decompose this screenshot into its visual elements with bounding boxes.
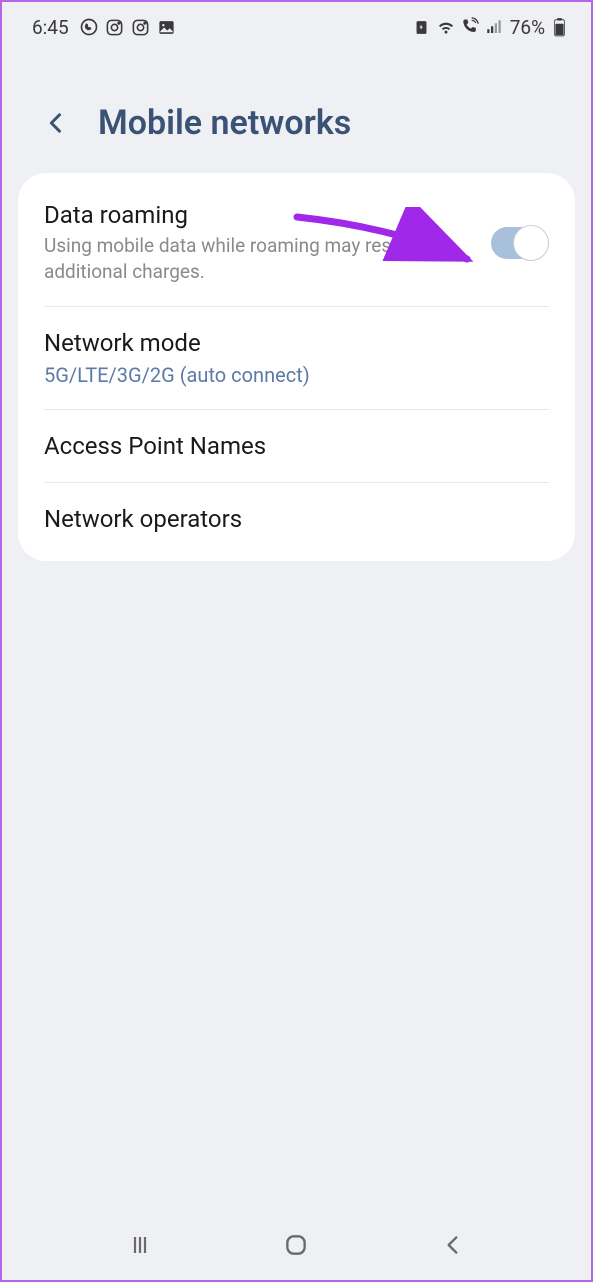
row-text: Access Point Names	[44, 432, 549, 460]
settings-card: Data roaming Using mobile data while roa…	[18, 173, 575, 561]
status-bar: 6:45 76%	[2, 2, 591, 48]
navigation-bar	[2, 1210, 591, 1280]
network-operators-title: Network operators	[44, 505, 549, 533]
page-header: Mobile networks	[2, 48, 591, 173]
whatsapp-icon	[79, 17, 99, 37]
page-title: Mobile networks	[98, 103, 351, 143]
wifi-icon	[436, 17, 456, 37]
signal-icon	[484, 17, 504, 37]
data-roaming-subtitle: Using mobile data while roaming may resu…	[44, 233, 473, 284]
back-icon[interactable]	[42, 109, 70, 137]
apn-row[interactable]: Access Point Names	[18, 410, 575, 482]
row-text: Network operators	[44, 505, 549, 533]
back-button[interactable]	[433, 1225, 473, 1265]
row-text: Data roaming Using mobile data while roa…	[44, 201, 473, 284]
wifi-calling-icon	[460, 17, 480, 37]
toggle-thumb	[513, 225, 549, 261]
gallery-icon	[157, 17, 177, 37]
network-mode-row[interactable]: Network mode 5G/LTE/3G/2G (auto connect)	[18, 307, 575, 409]
instagram-icon	[105, 17, 125, 37]
status-time: 6:45	[32, 16, 69, 39]
data-roaming-row[interactable]: Data roaming Using mobile data while roa…	[18, 179, 575, 306]
status-right: 76%	[412, 16, 569, 39]
instagram-icon	[131, 17, 151, 37]
network-operators-row[interactable]: Network operators	[18, 483, 575, 555]
recents-button[interactable]	[120, 1225, 160, 1265]
data-roaming-toggle[interactable]	[491, 227, 549, 259]
home-button[interactable]	[276, 1225, 316, 1265]
row-text: Network mode 5G/LTE/3G/2G (auto connect)	[44, 329, 549, 387]
apn-title: Access Point Names	[44, 432, 549, 460]
battery-percent: 76%	[510, 16, 545, 39]
status-left: 6:45	[32, 16, 177, 39]
battery-icon	[549, 17, 569, 37]
data-saver-icon	[412, 17, 432, 37]
data-roaming-title: Data roaming	[44, 201, 473, 229]
network-mode-value: 5G/LTE/3G/2G (auto connect)	[44, 363, 549, 387]
network-mode-title: Network mode	[44, 329, 549, 357]
